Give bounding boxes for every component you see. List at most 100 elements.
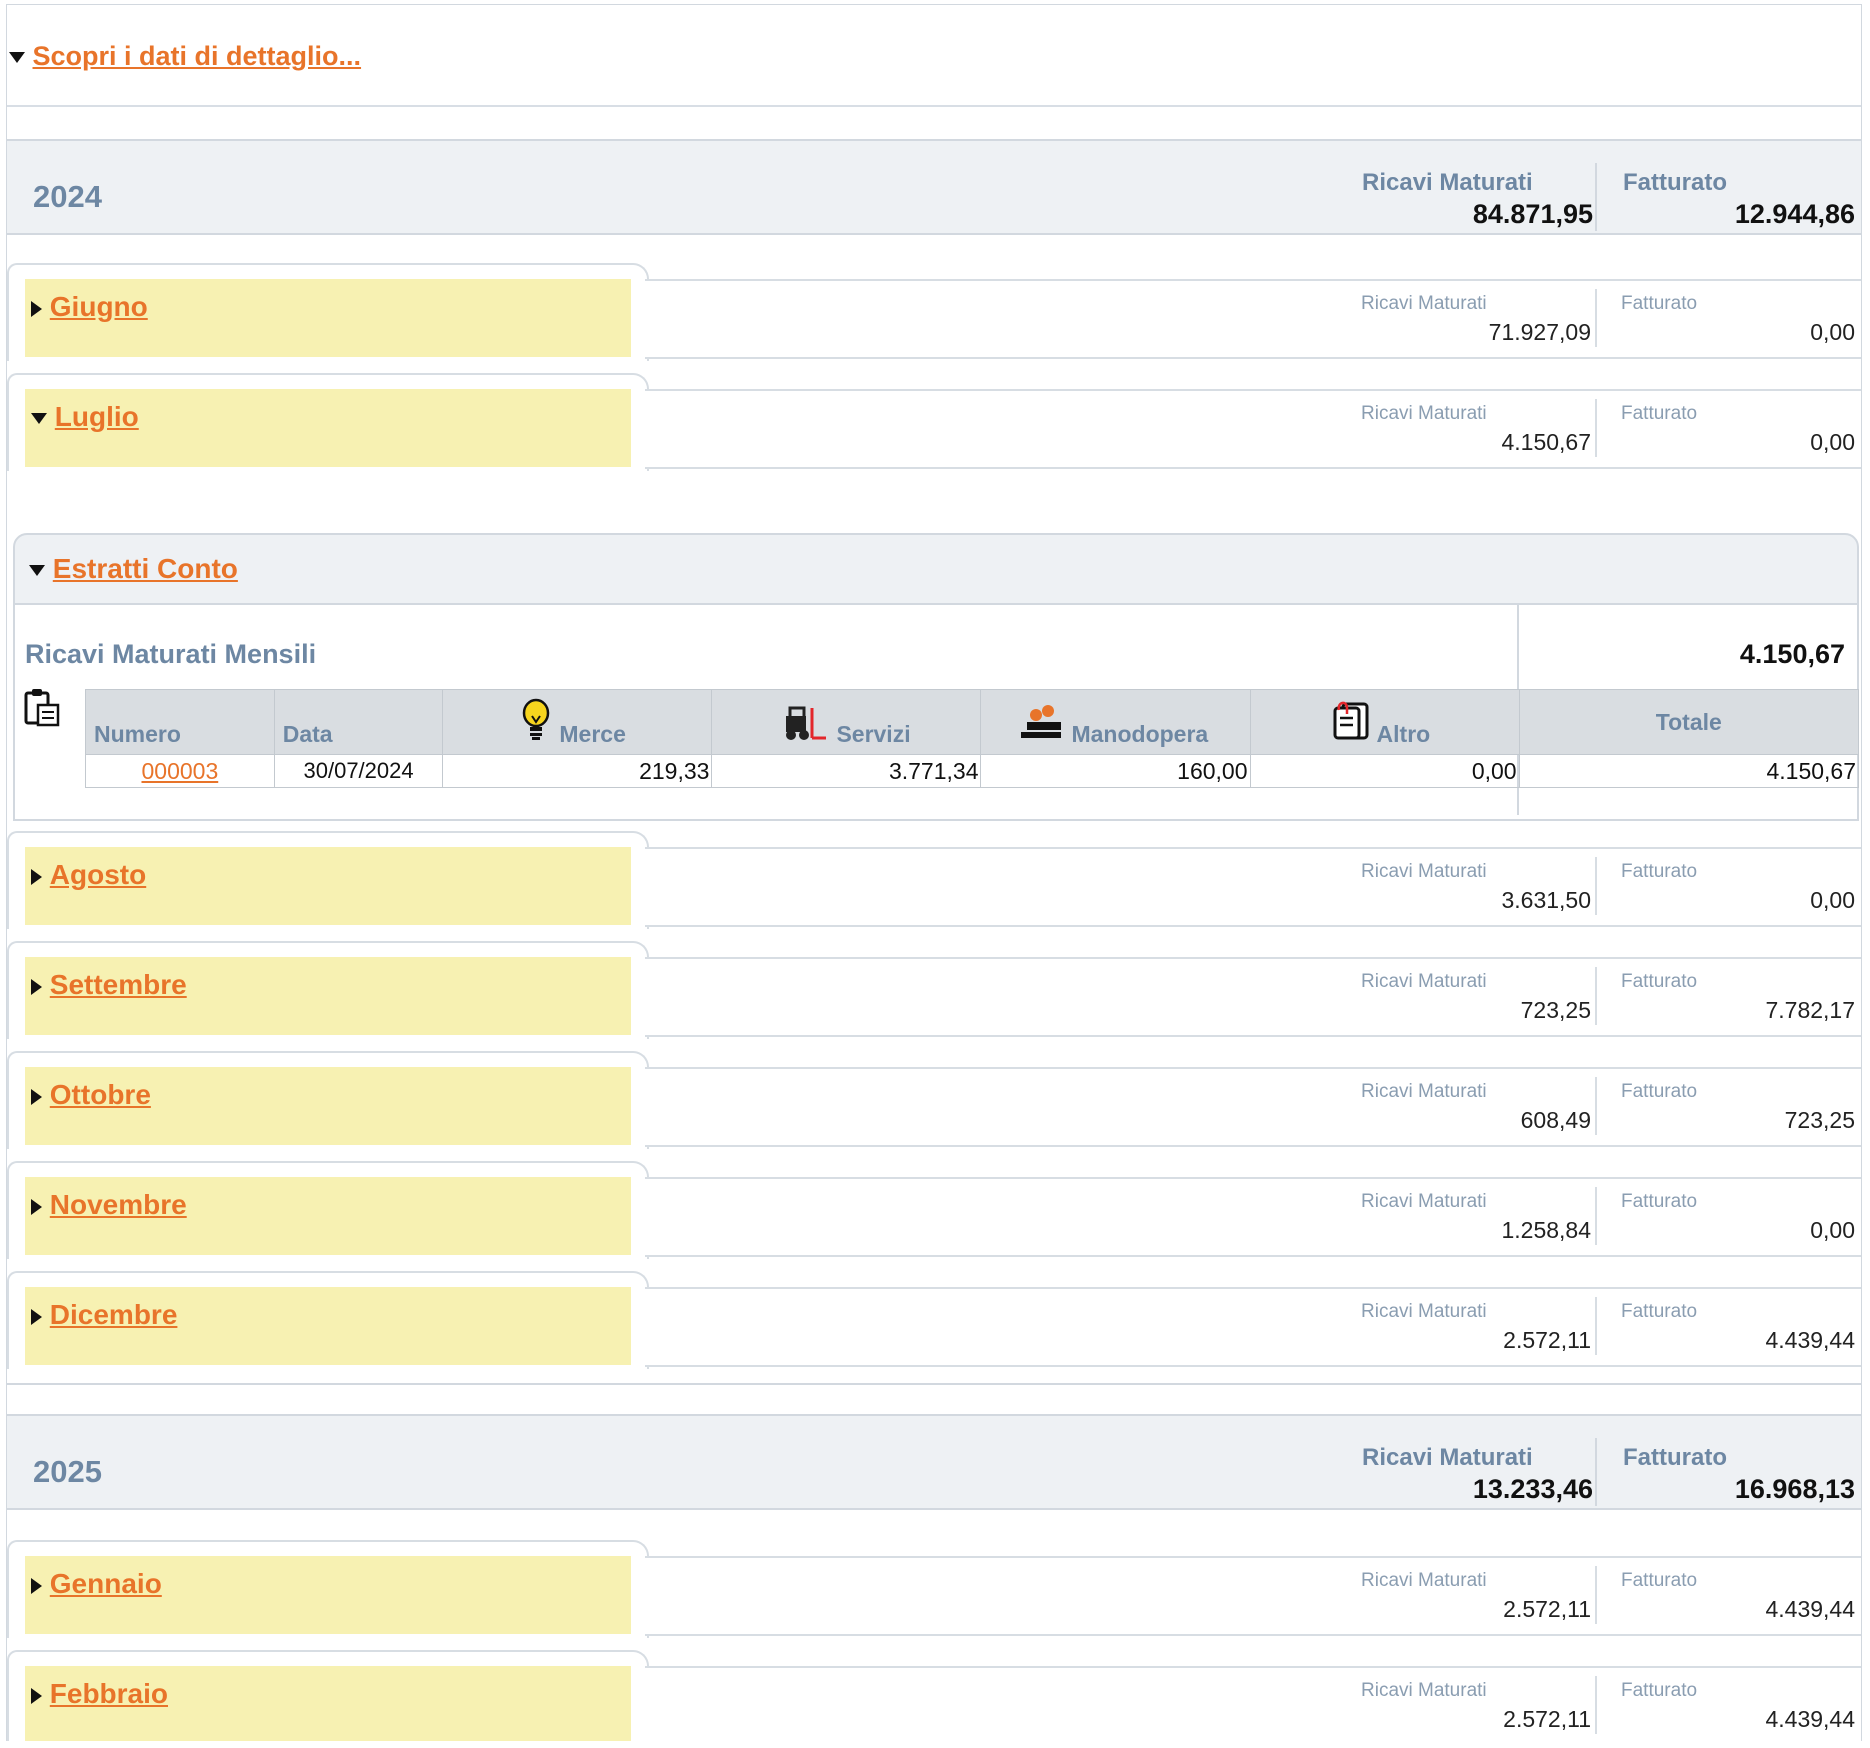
column-divider: [1595, 857, 1597, 915]
column-divider: [1595, 1566, 1597, 1624]
numero-link[interactable]: 000003: [141, 758, 218, 784]
col-manodopera: Manodopera: [1071, 721, 1209, 747]
manodopera-cell: 160,00: [980, 754, 1251, 788]
clipboard-icon[interactable]: [21, 687, 61, 732]
column-divider: [1595, 1438, 1597, 1506]
column-divider: [1595, 399, 1597, 457]
top-bar: Scopri i dati di dettaglio...: [7, 5, 1861, 107]
workers-icon: [1019, 704, 1065, 748]
fatturato-value: 0,00: [1810, 429, 1855, 455]
col-altro-header: Altro: [1249, 689, 1520, 755]
details-link[interactable]: Scopri i dati di dettaglio...: [33, 41, 362, 71]
fatturato-value: 4.439,44: [1765, 1596, 1855, 1622]
fatturato-value: 0,00: [1810, 1217, 1855, 1243]
page-frame: Scopri i dati di dettaglio... 2024 Ricav…: [6, 4, 1862, 1741]
estratti-conto-panel: Estratti Conto Ricavi Maturati Mensili 4…: [13, 533, 1860, 823]
month-link[interactable]: Luglio: [55, 401, 139, 432]
month-link[interactable]: Febbraio: [50, 1678, 168, 1709]
month-row-gennaio: Gennaio Ricavi Maturati 2.572,11 Fattura…: [7, 1540, 1861, 1650]
fatturato-value: 12.944,86: [1734, 199, 1855, 229]
estratti-conto-link[interactable]: Estratti Conto: [53, 553, 238, 584]
month-toggle[interactable]: Ottobre: [31, 1079, 151, 1111]
fatturato-label: Fatturato: [1621, 1570, 1698, 1591]
expand-right-icon: [31, 978, 42, 995]
column-divider: [1595, 1676, 1597, 1734]
month-link[interactable]: Gennaio: [50, 1568, 162, 1599]
month-link[interactable]: Giugno: [50, 291, 148, 322]
forklift-icon: [784, 706, 828, 748]
col-servizi-header: Servizi: [711, 689, 982, 755]
fatturato-label: Fatturato: [1621, 1081, 1698, 1102]
month-summary: Ricavi Maturati 723,25 Fatturato 7.782,1…: [645, 957, 1861, 1037]
month-summary: Ricavi Maturati 4.150,67 Fatturato 0,00: [645, 389, 1861, 469]
month-link[interactable]: Settembre: [50, 969, 187, 1000]
column-divider: [1595, 289, 1597, 347]
month-toggle[interactable]: Gennaio: [31, 1568, 162, 1600]
month-toggle[interactable]: Novembre: [31, 1189, 187, 1221]
month-summary: Ricavi Maturati 1.258,84 Fatturato 0,00: [645, 1177, 1861, 1257]
month-toggle[interactable]: Febbraio: [31, 1678, 168, 1710]
col-servizi: Servizi: [836, 721, 911, 747]
month-row-novembre: Novembre Ricavi Maturati 1.258,84 Fattur…: [7, 1161, 1861, 1271]
ricavi-label: Ricavi Maturati: [1361, 1301, 1487, 1322]
totale-cell: 4.150,67: [1518, 754, 1860, 788]
month-toggle[interactable]: Settembre: [31, 969, 187, 1001]
fatturato-label: Fatturato: [1621, 1301, 1698, 1322]
year-header-2025: 2025 Ricavi Maturati 13.233,46 Fatturato…: [7, 1414, 1861, 1510]
month-toggle[interactable]: Luglio: [31, 401, 139, 433]
expand-right-icon: [31, 1088, 42, 1105]
column-divider: [1595, 1297, 1597, 1355]
fatturato-label: Fatturato: [1623, 1444, 1727, 1471]
ricavi-value: 2.572,11: [1503, 1706, 1591, 1732]
column-divider: [1595, 163, 1597, 231]
ricavi-value: 608,49: [1520, 1107, 1591, 1133]
col-altro: Altro: [1376, 721, 1431, 747]
year-label: 2025: [33, 1454, 102, 1489]
details-toggle[interactable]: Scopri i dati di dettaglio...: [9, 41, 361, 72]
month-summary: Ricavi Maturati 2.572,11 Fatturato 4.439…: [645, 1666, 1861, 1741]
column-divider: [1595, 1077, 1597, 1135]
month-summary: Ricavi Maturati 2.572,11 Fatturato 4.439…: [645, 1556, 1861, 1636]
month-toggle[interactable]: Giugno: [31, 291, 148, 323]
month-link[interactable]: Ottobre: [50, 1079, 151, 1110]
estratti-conto-header: Estratti Conto: [13, 533, 1859, 605]
ricavi-label: Ricavi Maturati: [1361, 1081, 1487, 1102]
fatturato-value: 16.968,13: [1734, 1474, 1855, 1504]
ricavi-label: Ricavi Maturati: [1361, 1191, 1487, 1212]
merce-cell: 219,33: [442, 754, 713, 788]
col-data: Data: [273, 689, 444, 755]
month-row-dicembre: Dicembre Ricavi Maturati 2.572,11 Fattur…: [7, 1271, 1861, 1381]
section-total: 4.150,67: [1739, 639, 1845, 669]
fatturato-value: 4.439,44: [1765, 1327, 1855, 1353]
fatturato-value: 0,00: [1810, 887, 1855, 913]
estratti-conto-body: Ricavi Maturati Mensili 4.150,67 Numero: [13, 603, 1860, 821]
fatturato-label: Fatturato: [1621, 1191, 1698, 1212]
section-divider: [7, 1383, 1861, 1385]
table-header-row: Numero Data Merce Servizi Manodopera Alt…: [85, 689, 1860, 755]
ricavi-label: Ricavi Maturati: [1361, 971, 1487, 992]
ricavi-label: Ricavi Maturati: [1361, 293, 1487, 314]
expand-right-icon: [31, 1577, 42, 1594]
estratti-toggle[interactable]: Estratti Conto: [29, 553, 238, 585]
month-link[interactable]: Dicembre: [50, 1299, 178, 1330]
month-toggle[interactable]: Agosto: [31, 859, 146, 891]
month-row-giugno: Giugno Ricavi Maturati 71.927,09 Fattura…: [7, 263, 1861, 373]
fatturato-value: 723,25: [1784, 1107, 1855, 1133]
month-summary: Ricavi Maturati 3.631,50 Fatturato 0,00: [645, 847, 1861, 927]
documents-icon: [1331, 698, 1371, 748]
numero-cell[interactable]: 000003: [85, 754, 275, 788]
fatturato-label: Fatturato: [1621, 1680, 1698, 1701]
ricavi-label: Ricavi Maturati: [1361, 1680, 1487, 1701]
month-summary: Ricavi Maturati 2.572,11 Fatturato 4.439…: [645, 1287, 1861, 1367]
col-totale: Totale: [1518, 689, 1860, 755]
fatturato-label: Fatturato: [1621, 293, 1698, 314]
data-cell: 30/07/2024: [273, 754, 444, 788]
month-toggle[interactable]: Dicembre: [31, 1299, 177, 1331]
ricavi-label: Ricavi Maturati: [1362, 1444, 1533, 1471]
lightbulb-icon: [521, 698, 551, 748]
col-merce-header: Merce: [442, 689, 713, 755]
month-link[interactable]: Agosto: [50, 859, 146, 890]
month-row-febbraio: Febbraio Ricavi Maturati 2.572,11 Fattur…: [7, 1650, 1861, 1741]
month-link[interactable]: Novembre: [50, 1189, 187, 1220]
ricavi-label: Ricavi Maturati: [1361, 1570, 1487, 1591]
